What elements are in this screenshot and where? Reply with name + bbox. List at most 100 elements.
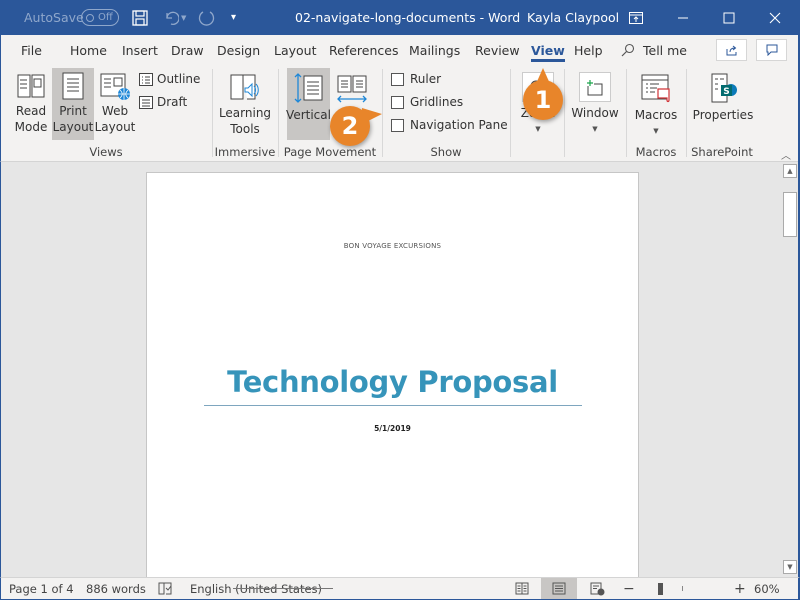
plus-icon: + [734,580,746,597]
navigation-pane-checkbox[interactable]: Navigation Pane [391,118,508,132]
collapse-ribbon-button[interactable]: ︿ [781,147,791,162]
learning-tools-label-2: Tools [230,122,260,136]
chevron-up-icon: ︿ [781,151,791,162]
tab-review[interactable]: Review [475,35,520,65]
group-separator [510,69,511,157]
save-button[interactable] [132,0,148,35]
read-mode-label-1: Read [15,104,47,118]
tab-help[interactable]: Help [574,35,603,65]
close-icon [769,12,781,23]
read-mode-icon [17,74,45,98]
ribbon: Read Mode Print Layout Web Layout Outlin… [0,65,800,162]
outline-button[interactable]: Outline [139,72,200,86]
document-title-heading: Technology Proposal [227,365,558,399]
customize-qat-button[interactable]: ▾ [231,0,236,35]
tab-design[interactable]: Design [217,35,260,65]
document-canvas: BON VOYAGE EXCURSIONS Technology Proposa… [0,162,782,592]
word-count[interactable]: 886 words [86,578,146,599]
learning-tools-button[interactable]: Learning Tools [219,68,271,140]
vertical-scrollbar[interactable]: ▲ ▼ [782,162,798,577]
draft-button[interactable]: Draft [139,95,187,109]
vertical-icon [294,73,322,103]
web-layout-icon [100,73,130,100]
ruler-checkbox-box[interactable] [391,72,404,86]
window-button[interactable]: Window ▼ [569,68,621,140]
minimize-button[interactable] [660,0,706,35]
vertical-button[interactable]: Vertical [286,68,331,140]
proofing-button[interactable] [158,578,172,599]
scroll-down-button[interactable]: ▼ [783,560,797,574]
zoom-percentage[interactable]: 60% [754,578,780,599]
print-layout-view-button[interactable] [541,578,577,599]
undo-button[interactable]: ▼ [163,0,186,35]
group-separator [382,69,383,157]
properties-button[interactable]: S Properties [691,68,755,140]
user-name[interactable]: Kayla Claypool [527,0,619,35]
group-separator [278,69,279,157]
redo-button[interactable] [197,0,215,35]
zoom-out-button[interactable]: − [623,578,635,599]
step-callout-2: 2 [330,106,382,146]
scroll-thumb[interactable] [783,192,797,237]
ribbon-tabs: File Home Insert Draw Design Layout Refe… [0,35,800,65]
comment-icon [766,44,777,56]
group-label-immersive: Immersive [214,145,276,159]
document-page[interactable]: BON VOYAGE EXCURSIONS Technology Proposa… [146,172,639,592]
zoom-in-button[interactable]: + [734,578,746,599]
tab-mailings[interactable]: Mailings [409,35,460,65]
web-layout-view-icon [590,582,604,595]
document-date: 5/1/2019 [374,424,411,433]
vertical-label: Vertical [286,108,331,122]
autosave-state: Off [98,12,113,23]
ribbon-display-options-button[interactable] [613,0,659,35]
zoom-slider-track[interactable] [233,588,333,589]
tab-view[interactable]: View [531,35,565,65]
print-layout-icon [62,72,84,100]
maximize-icon [723,12,735,23]
search-icon [621,43,635,57]
share-button[interactable] [716,39,747,61]
maximize-button[interactable] [706,0,752,35]
ribbon-display-icon [629,11,643,24]
tell-me-search[interactable]: Tell me [621,35,687,65]
ruler-checkbox[interactable]: Ruler [391,72,441,86]
tab-insert[interactable]: Insert [122,35,158,65]
zoom-slider-thumb[interactable] [658,583,664,595]
web-layout-view-button[interactable] [579,578,615,599]
macros-button[interactable]: Macros ▼ [633,68,679,140]
gridlines-checkbox-box[interactable] [391,95,404,109]
draft-label: Draft [157,95,188,109]
save-icon [132,9,148,26]
callout-pointer [535,68,551,86]
share-icon [726,45,736,56]
web-layout-button[interactable]: Web Layout [94,68,136,140]
tab-file[interactable]: File [21,35,42,65]
sharepoint-properties-icon: S [711,73,737,103]
tell-me-label: Tell me [643,42,687,58]
page-count[interactable]: Page 1 of 4 [9,578,74,599]
autosave-toggle[interactable]: Off [81,9,119,26]
web-layout-label-2: Layout [94,120,136,134]
scroll-up-button[interactable]: ▲ [783,164,797,178]
minus-icon: − [623,580,635,597]
comments-button[interactable] [756,39,787,61]
tab-references[interactable]: References [329,35,398,65]
print-layout-button[interactable]: Print Layout [52,68,94,140]
undo-dropdown-icon[interactable]: ▼ [181,14,186,22]
group-label-sharepoint: SharePoint [691,145,753,159]
navigation-pane-label: Navigation Pane [410,118,508,132]
read-mode-view-button[interactable] [504,578,540,599]
title-underline [204,405,582,406]
step-callout-1: 1 [523,68,563,120]
tab-layout[interactable]: Layout [274,35,317,65]
tab-draw[interactable]: Draw [171,35,204,65]
learning-tools-label-1: Learning [218,106,272,120]
close-button[interactable] [752,0,798,35]
navigation-pane-checkbox-box[interactable] [391,118,404,132]
customize-icon: ▾ [231,12,237,23]
tab-home[interactable]: Home [70,35,107,65]
group-label-macros: Macros [635,145,677,159]
gridlines-checkbox[interactable]: Gridlines [391,95,463,109]
read-mode-button[interactable]: Read Mode [10,68,52,140]
properties-label: Properties [692,108,754,122]
